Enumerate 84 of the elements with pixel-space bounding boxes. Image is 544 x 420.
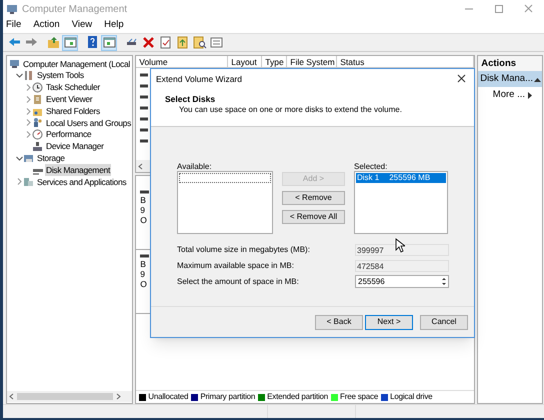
tree-item[interactable]: Shared Folders — [45, 104, 101, 118]
legend-label: Primary partition — [200, 391, 256, 403]
toolbar-button[interactable] — [101, 34, 117, 50]
toolbar-button[interactable] — [208, 34, 224, 50]
readonly-field: 472584 — [355, 260, 449, 272]
properties-icon — [158, 35, 172, 50]
scrollbar-thumb[interactable] — [17, 393, 113, 400]
toolbox-icon — [23, 70, 34, 82]
tree-item[interactable]: Storage — [36, 152, 66, 165]
column-header[interactable]: File System — [287, 56, 338, 67]
tree-item[interactable]: Performance — [45, 128, 92, 142]
dialog-title: Extend Volume Wizard — [156, 72, 242, 86]
menu-item[interactable]: Action — [32, 18, 61, 33]
gauge-icon — [32, 129, 43, 140]
section-header[interactable]: Disk Mana... — [478, 71, 542, 87]
amount-spinner[interactable]: 255596 — [355, 275, 449, 288]
column-header[interactable]: Type — [262, 56, 288, 67]
disk-info: B — [140, 259, 147, 269]
wizard-button[interactable]: Next > — [365, 314, 413, 330]
tree-item[interactable]: Services and Applications — [36, 176, 128, 188]
field-label: Total volume size in megabytes (MB): — [177, 244, 311, 256]
more-link[interactable]: More ... — [478, 87, 542, 103]
submenu-icon — [525, 92, 534, 98]
device-icon — [32, 140, 43, 152]
legend-label: Logical drive — [390, 391, 432, 403]
readonly-field: 399997 — [355, 244, 449, 256]
toolbar-button[interactable] — [191, 34, 207, 50]
storage-icon — [23, 152, 34, 164]
log-icon — [32, 94, 43, 105]
selected-list[interactable]: Disk 1 255596 MB — [354, 171, 448, 234]
legend-label: Free space — [340, 391, 378, 403]
wizard-button[interactable]: < Back — [315, 314, 363, 330]
field-label: Maximum available space in MB: — [177, 260, 295, 272]
tree-item[interactable]: Computer Management (Local — [22, 58, 132, 70]
computer-icon — [9, 58, 20, 70]
tree-item[interactable]: Disk Management — [45, 164, 112, 176]
window-title: Computer Management — [22, 2, 128, 16]
folder-icon — [174, 35, 190, 50]
delete-icon — [140, 35, 156, 50]
menu-item[interactable]: Help — [103, 18, 125, 33]
column-header[interactable]: Layout — [228, 56, 262, 67]
legend-label: Extended partition — [267, 391, 328, 403]
chevron-icon[interactable] — [16, 154, 23, 163]
folder-icon — [46, 35, 60, 50]
tree-item[interactable]: System Tools — [36, 69, 85, 82]
wizard-button[interactable]: Cancel — [420, 314, 468, 330]
disk-info: 9 — [140, 205, 146, 215]
services-icon — [23, 176, 34, 188]
clock-icon — [32, 82, 43, 93]
collapse-icon — [533, 76, 542, 82]
chevron-icon[interactable] — [16, 71, 23, 80]
available-list[interactable] — [177, 171, 273, 234]
disk-info: O — [140, 279, 148, 289]
column-header[interactable]: Volume — [136, 56, 228, 67]
field-label: Select the amount of space in MB: — [177, 276, 300, 288]
tree-item[interactable]: Device Manager — [45, 140, 105, 153]
list-icon — [208, 35, 224, 50]
toolbar-button[interactable] — [140, 34, 156, 50]
panel-title: Actions — [478, 56, 542, 71]
wizard-heading: Select Disks — [164, 93, 216, 104]
spin-arrows-icon[interactable] — [440, 276, 448, 287]
toolbar-button[interactable] — [62, 34, 78, 50]
list-item[interactable]: Disk 1 255596 MB — [356, 173, 446, 183]
tree-item[interactable]: Event Viewer — [45, 92, 94, 106]
disk-info: O — [140, 215, 148, 225]
disk-info: 9 — [140, 269, 146, 279]
tree-item[interactable]: Task Scheduler — [45, 81, 101, 94]
disk-info: B — [140, 195, 147, 205]
cursor-icon — [395, 238, 405, 253]
users-icon — [32, 117, 43, 128]
menu-item[interactable]: File — [5, 18, 22, 33]
panel-icon — [102, 35, 116, 50]
panel-icon — [62, 35, 78, 50]
wizard-subtitle: You can use space on one or more disks to extend the volume. — [178, 104, 403, 115]
list-label: Selected: — [354, 162, 388, 171]
menu-item[interactable]: View — [70, 18, 94, 33]
legend-label: Unallocated — [148, 391, 188, 403]
column-header[interactable]: Status — [337, 56, 474, 67]
list-button[interactable]: < Remove — [282, 191, 345, 205]
tree-item[interactable]: Local Users and Groups — [45, 116, 132, 130]
search-icon — [192, 35, 206, 50]
computer-icon — [6, 3, 18, 15]
list-label: Available: — [177, 162, 213, 171]
list-button[interactable]: < Remove All — [282, 210, 345, 224]
